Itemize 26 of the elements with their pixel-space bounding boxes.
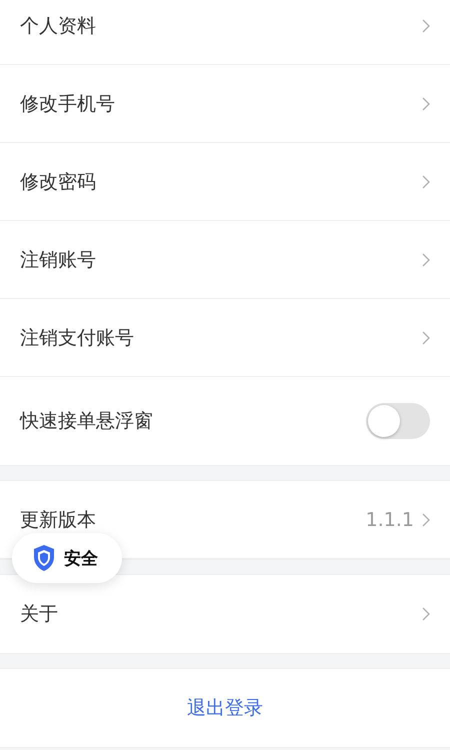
row-label: 修改密码	[20, 170, 97, 194]
settings-row[interactable]: 关于	[0, 575, 450, 653]
chevron-icon	[422, 512, 430, 526]
settings-row[interactable]: 注销账号	[0, 221, 450, 299]
chevron-icon	[422, 174, 430, 188]
row-label: 关于	[20, 602, 59, 627]
shield-icon	[32, 544, 56, 572]
settings-row[interactable]: 修改手机号	[0, 65, 450, 143]
row-label: 注销账号	[20, 248, 97, 272]
row-value: 1.1.1	[366, 508, 414, 530]
chevron-icon	[422, 330, 430, 344]
row-label: 更新版本	[20, 508, 97, 532]
settings-row[interactable]: 注销支付账号	[0, 299, 450, 377]
chevron-icon	[422, 252, 430, 266]
row-label: 快速接单悬浮窗	[20, 409, 154, 434]
chevron-icon	[422, 96, 430, 110]
settings-row[interactable]: 快速接单悬浮窗	[0, 377, 450, 465]
security-badge[interactable]: 安全	[12, 533, 122, 583]
settings-row[interactable]: 个人资料	[0, 0, 450, 65]
chevron-icon	[422, 607, 430, 621]
settings-row[interactable]: 修改密码	[0, 143, 450, 221]
toggle-switch[interactable]	[366, 403, 430, 439]
row-label: 修改手机号	[20, 92, 116, 116]
row-label: 注销支付账号	[20, 326, 135, 350]
row-label: 个人资料	[20, 14, 97, 38]
chevron-icon	[422, 18, 430, 32]
